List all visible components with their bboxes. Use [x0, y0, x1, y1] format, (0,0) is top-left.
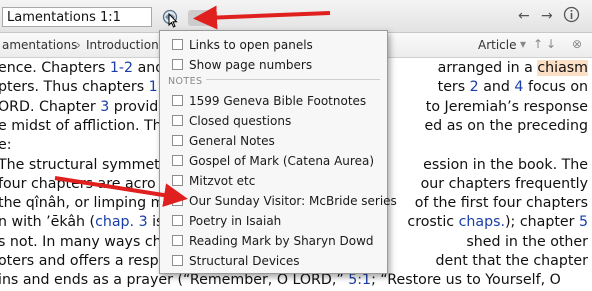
menu-item-label: Our Sunday Visitor: McBride series [189, 194, 397, 208]
article-dropdown[interactable]: Article [478, 38, 517, 52]
text-run: The structural symmetr [0, 156, 166, 173]
text-run: ed as on the preceding [424, 117, 588, 134]
checkbox[interactable] [172, 95, 183, 106]
article-line-right: of the first four chapters [415, 194, 588, 213]
text-run: s not. In many ways ch [0, 233, 162, 250]
article-line-right: ters 2 and 4 focus on [438, 78, 588, 97]
checkbox[interactable] [172, 39, 183, 50]
text-run: pters. Thus chapters [0, 79, 149, 96]
text-run: focus on [523, 79, 588, 96]
menu-item-label: Reading Mark by Sharyn Dowd [189, 234, 374, 248]
text-run: ); chapter [505, 214, 579, 231]
text-run: arranged in a [437, 60, 538, 76]
up-arrow-icon[interactable]: ↑ [533, 37, 543, 51]
scripture-link[interactable]: chap. 3 [95, 214, 148, 230]
checkbox[interactable] [172, 155, 183, 166]
checkbox[interactable] [172, 135, 183, 146]
article-line: e midst of affliction. Th [0, 117, 162, 136]
article-line: the qînâh, or limping m [0, 194, 164, 213]
info-icon[interactable] [563, 6, 580, 27]
article-line: four chapters are acro [0, 175, 156, 194]
menu-item-label: 1599 Geneva Bible Footnotes [189, 94, 367, 108]
article-line-right: dent that the chapter [435, 252, 588, 271]
panel-menu: Links to open panels Show page numbers N… [159, 30, 397, 274]
scripture-link[interactable]: 3 [100, 99, 109, 115]
article-line: ence. Chapters 1-2 and [0, 59, 164, 78]
text-run: dent that the chapter [435, 253, 588, 269]
checkbox[interactable] [172, 215, 183, 226]
text-run: crostic [407, 214, 459, 231]
checkbox[interactable] [172, 59, 183, 70]
article-line: ORD. Chapter 3 provide [0, 98, 167, 117]
forward-arrow-icon[interactable]: → [541, 8, 553, 24]
article-line-right: shed in the other [466, 233, 588, 252]
chevron-down-icon[interactable]: ▾ [520, 37, 526, 51]
close-icon[interactable]: ⊗ [572, 37, 582, 51]
text-run: ins and ends as a prayer (“Remember, O L… [0, 272, 349, 289]
text-run: and [478, 79, 515, 96]
link-panels-icon [162, 9, 178, 28]
reference-input[interactable] [2, 7, 152, 27]
text-run: chiasm [537, 60, 588, 76]
article-line-right: ession in the book. The [423, 156, 588, 175]
text-run: four chapters are acro [0, 175, 156, 192]
text-run: of the first four chapters [414, 195, 588, 212]
text-run: ORD. Chapter [0, 98, 101, 115]
menu-item-label: Links to open panels [189, 38, 313, 52]
text-run: e midst of affliction. Th [0, 117, 162, 134]
scripture-link[interactable]: 5:1 [348, 272, 371, 288]
checkbox[interactable] [172, 175, 183, 186]
menu-item-label: Closed questions [189, 114, 292, 128]
scripture-link[interactable]: 1 [149, 79, 158, 95]
text-run: ; “Restore us to Yourself, O [371, 272, 561, 289]
text-run: our chapters frequently [420, 175, 588, 192]
checkbox[interactable] [172, 235, 183, 246]
text-run: ession in the book. The [423, 156, 588, 173]
menu-item-label: Gospel of Mark (Catena Aurea) [189, 154, 375, 168]
scripture-link[interactable]: chaps. [459, 214, 505, 230]
down-arrow-icon[interactable]: ↓ [546, 37, 556, 51]
notes-section-label: NOTES [168, 76, 207, 87]
text-run: shed in the other [466, 233, 588, 250]
menu-item-label: Structural Devices [189, 254, 300, 268]
article-line: The structural symmetr [0, 156, 166, 175]
article-line-right: to Jeremiah’s response [426, 98, 588, 117]
text-run: oters and offers a respo [0, 253, 168, 269]
checkbox[interactable] [172, 115, 183, 126]
scripture-link[interactable]: 2 [470, 79, 479, 95]
article-line-right: ed as on the preceding [424, 117, 588, 136]
toolbar: ← → [0, 0, 592, 33]
article-line-right: our chapters frequently [421, 175, 588, 194]
scripture-link[interactable]: 1-2 [110, 60, 133, 76]
checkbox-checked[interactable] [172, 192, 183, 206]
article-line-right: crostic chaps.); chapter 5 [407, 213, 588, 232]
article-line: s not. In many ways ch [0, 233, 162, 252]
text-run: n with ’ēkâh ( [0, 214, 96, 231]
text-run: the qînâh, or limping m [0, 195, 165, 212]
article-line: n with ’ēkâh (chap. 3 is [0, 213, 163, 232]
menu-item-label: Poetry in Isaiah [189, 214, 282, 228]
menu-item-label: Mitzvot etc [189, 174, 256, 188]
back-arrow-icon[interactable]: ← [518, 8, 530, 24]
checkbox[interactable] [172, 255, 183, 266]
menu-item-label: General Notes [189, 134, 275, 148]
menu-item-label: Show page numbers [189, 58, 313, 72]
breadcrumb-section[interactable]: Introduction [86, 38, 159, 52]
text-run: ence. Chapters [0, 60, 110, 76]
article-line: ins and ends as a prayer (“Remember, O L… [0, 271, 561, 290]
article-line: e: [0, 136, 12, 155]
article-line-right: arranged in a chiasm [438, 59, 588, 78]
text-run: to Jeremiah’s response [425, 98, 588, 115]
article-line: pters. Thus chapters 1 ar [0, 78, 177, 97]
dropdown-icon[interactable] [188, 10, 210, 26]
article-line: oters and offers a respo [0, 252, 167, 271]
scripture-link[interactable]: 5 [579, 214, 588, 230]
breadcrumb-book[interactable]: amentations [2, 38, 77, 52]
text-run: e: [0, 137, 12, 154]
link-panels-button[interactable] [161, 8, 189, 28]
text-run: ters [437, 79, 470, 96]
breadcrumb-separator: › [76, 38, 81, 52]
